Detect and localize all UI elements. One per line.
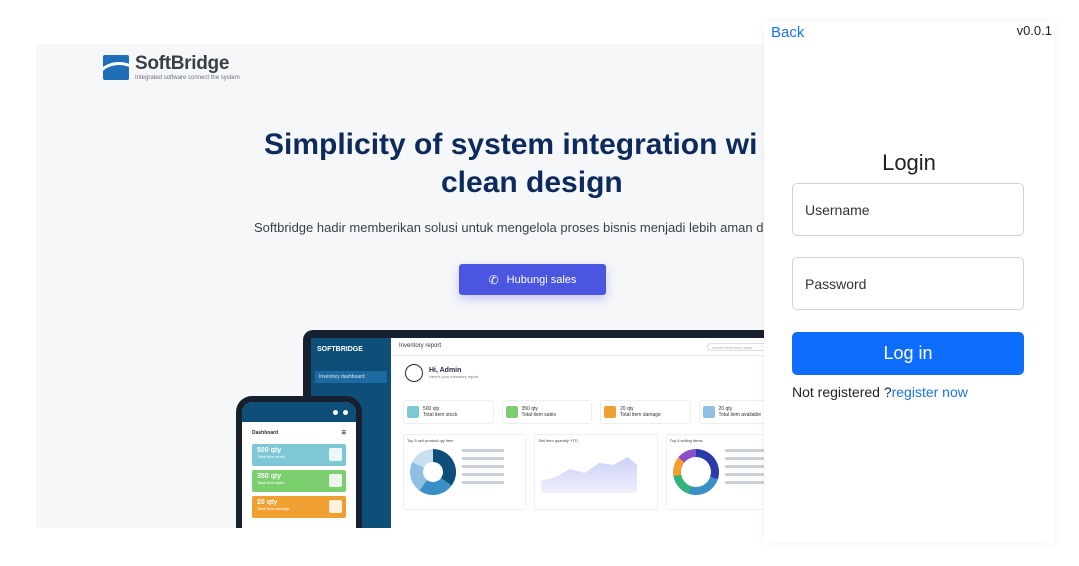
- mockup-panel: Sell item quantity YTD: [534, 434, 658, 510]
- login-panel: Back v0.0.1 Login Log in Not registered …: [764, 22, 1054, 543]
- box-icon: [407, 406, 419, 418]
- phone-stat-card: 350 qty Total item sales: [252, 470, 346, 492]
- box-icon: [505, 406, 518, 418]
- back-link[interactable]: Back: [771, 24, 804, 41]
- area-chart-icon: [541, 457, 638, 493]
- box-icon: [604, 406, 616, 418]
- mockup-greeting: Hi, Admin Here's your inventory report: [405, 364, 478, 382]
- phone-screen: Dashboard ☰ 500 qty Total item stock 350 q…: [242, 402, 356, 528]
- user-avatar-icon: [405, 364, 423, 382]
- register-link[interactable]: register now: [892, 384, 968, 400]
- mockup-greeting-sub: Here's your inventory report: [429, 374, 479, 379]
- box-icon: [329, 500, 342, 513]
- login-title: Login: [882, 150, 936, 175]
- laptop-mockup: SOFTBRIDGE Inventory dashboard Inventory…: [303, 330, 796, 528]
- mockup-greeting-text: Hi, Admin: [429, 367, 462, 374]
- softbridge-logo-icon: [103, 55, 129, 80]
- password-input[interactable]: [792, 257, 1024, 310]
- box-icon: [329, 448, 342, 461]
- username-input[interactable]: [792, 183, 1024, 236]
- donut-chart-icon: [410, 449, 456, 495]
- phone-icon: ✆: [488, 272, 499, 287]
- box-icon: [702, 406, 715, 418]
- user-icon: [343, 409, 348, 415]
- brand-tagline: Integrated software connect the system: [135, 75, 240, 81]
- brand: SoftBridge Integrated software connect t…: [103, 54, 240, 81]
- brand-name: SoftBridge: [135, 53, 230, 74]
- phone-stat-card: 20 qty Total item damage: [252, 496, 346, 518]
- version-label: v0.0.1: [1016, 23, 1052, 38]
- phone-topbar: [242, 402, 356, 422]
- mockup-nav-item: Inventory dashboard: [315, 371, 387, 383]
- page: SoftBridge Integrated software connect t…: [0, 0, 1079, 566]
- phone-stat-card: 500 qty Total item stock: [252, 444, 346, 466]
- mockup-panel: Top 5 sell product qty item: [403, 434, 527, 510]
- mockup-main: Inventory report search inventory name H…: [391, 338, 795, 528]
- hero-title: Simplicity of system integration wi clea…: [236, 126, 796, 202]
- mockup-chart-panels: Top 5 sell product qty item Sell item qu…: [403, 434, 789, 510]
- phone-header: Dashboard: [252, 430, 279, 436]
- register-prompt: Not registered ?register now: [792, 384, 968, 400]
- hero-title-line2: clean design: [441, 166, 623, 199]
- mockup-stat-card: 20 qty Total item damage: [600, 400, 691, 424]
- contact-sales-label: Hubungi sales: [506, 273, 577, 286]
- landing-preview: SoftBridge Integrated software connect t…: [36, 44, 796, 528]
- donut-chart-icon: [672, 449, 719, 495]
- mockup-logo: SOFTBRIDGE: [317, 346, 363, 353]
- box-icon: [329, 474, 342, 487]
- menu-icon: ☰: [341, 430, 346, 436]
- hero-subtitle: Softbridge hadir memberikan solusi untuk…: [254, 220, 771, 235]
- mockup-stat-card: 350 qty Total item sales: [501, 400, 592, 424]
- contact-sales-button[interactable]: ✆ Hubungi sales: [459, 264, 606, 295]
- login-button[interactable]: Log in: [792, 332, 1024, 375]
- mockup-stat-cards: 500 qty Total item stock 350 qty Total ite…: [403, 400, 789, 424]
- register-prompt-text: Not registered ?: [792, 384, 892, 400]
- bell-icon: [333, 409, 338, 415]
- laptop-screen: SOFTBRIDGE Inventory dashboard Inventory…: [311, 338, 795, 528]
- mockup-page-title: Inventory report: [399, 343, 442, 349]
- hero-title-line1: Simplicity of system integration wi: [264, 128, 758, 161]
- phone-mockup: Dashboard ☰ 500 qty Total item stock 350 q…: [236, 396, 362, 528]
- mockup-stat-card: 500 qty Total item stock: [403, 400, 494, 424]
